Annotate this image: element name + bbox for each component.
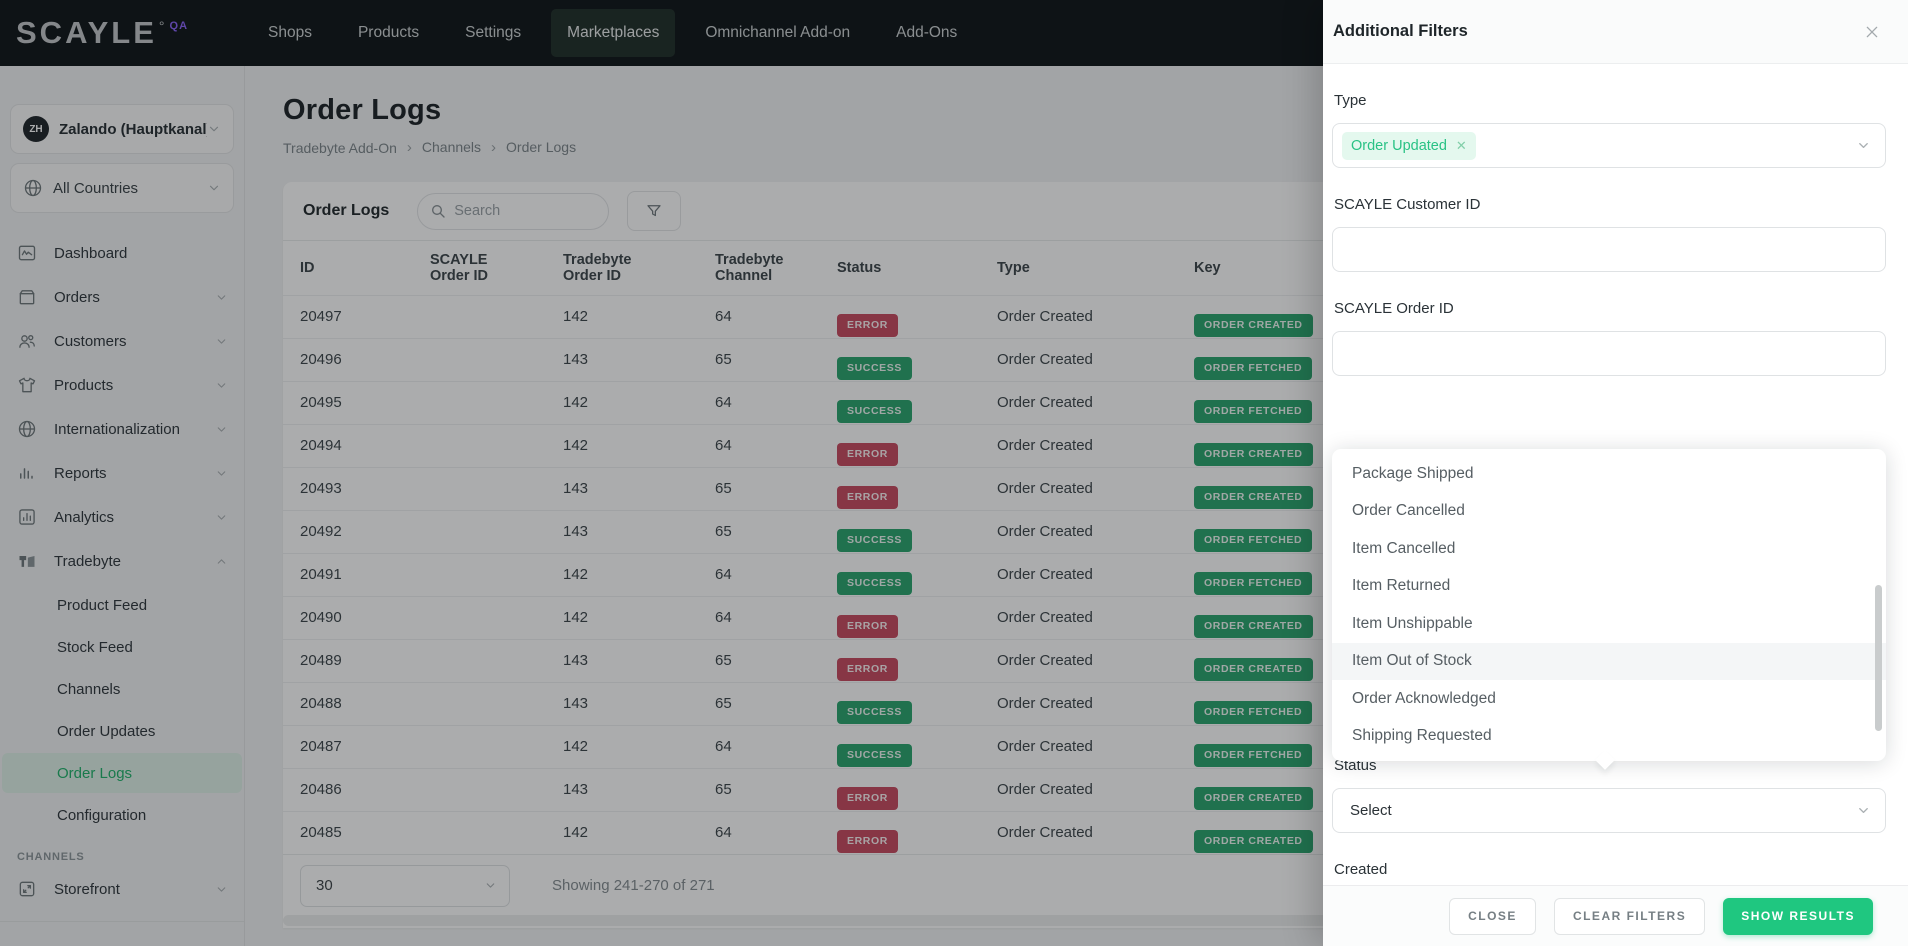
- chevron-down-icon: [1856, 138, 1871, 153]
- dropdown-option[interactable]: Shipping Requested: [1332, 718, 1886, 756]
- status-select-placeholder: Select: [1342, 802, 1856, 819]
- key-dropdown-menu: Package Shipped Order Cancelled Item Can…: [1332, 449, 1886, 761]
- dropdown-option[interactable]: Item Returned: [1332, 568, 1886, 606]
- created-label: Created: [1334, 861, 1886, 879]
- customer-id-label: SCAYLE Customer ID: [1334, 196, 1886, 214]
- dropdown-option[interactable]: Order Cancelled: [1332, 493, 1886, 531]
- dropdown-scrollbar[interactable]: [1875, 585, 1882, 731]
- type-chip-label: Order Updated: [1351, 138, 1447, 154]
- close-icon[interactable]: [1860, 20, 1884, 44]
- clear-filters-button[interactable]: CLEAR FILTERS: [1554, 898, 1705, 935]
- additional-filters-panel: Additional Filters Type Order Updated ✕ …: [1323, 0, 1908, 946]
- type-select[interactable]: Order Updated ✕: [1332, 123, 1886, 168]
- dropdown-option[interactable]: Item Cancelled: [1332, 530, 1886, 568]
- show-results-button[interactable]: SHOW RESULTS: [1723, 898, 1873, 935]
- type-label: Type: [1334, 92, 1886, 110]
- order-id-input[interactable]: [1342, 332, 1871, 375]
- panel-title: Additional Filters: [1333, 22, 1860, 41]
- panel-body: Type Order Updated ✕ SCAYLE Customer ID …: [1323, 92, 1908, 937]
- panel-footer: CLOSE CLEAR FILTERS SHOW RESULTS: [1323, 885, 1908, 946]
- customer-id-input[interactable]: [1342, 228, 1871, 271]
- close-button[interactable]: CLOSE: [1449, 898, 1536, 935]
- chip-remove-icon[interactable]: ✕: [1456, 139, 1467, 152]
- dropdown-option[interactable]: Package Shipped: [1332, 455, 1886, 493]
- status-select[interactable]: Select: [1332, 788, 1886, 833]
- dropdown-option[interactable]: Item Out of Stock: [1332, 643, 1886, 681]
- customer-id-input-wrap: [1332, 227, 1886, 272]
- chevron-down-icon: [1856, 803, 1871, 818]
- order-id-label: SCAYLE Order ID: [1334, 300, 1886, 318]
- dropdown-option[interactable]: Item Unshippable: [1332, 605, 1886, 643]
- type-chip: Order Updated ✕: [1342, 132, 1476, 160]
- dropdown-option[interactable]: Order Acknowledged: [1332, 680, 1886, 718]
- order-id-input-wrap: [1332, 331, 1886, 376]
